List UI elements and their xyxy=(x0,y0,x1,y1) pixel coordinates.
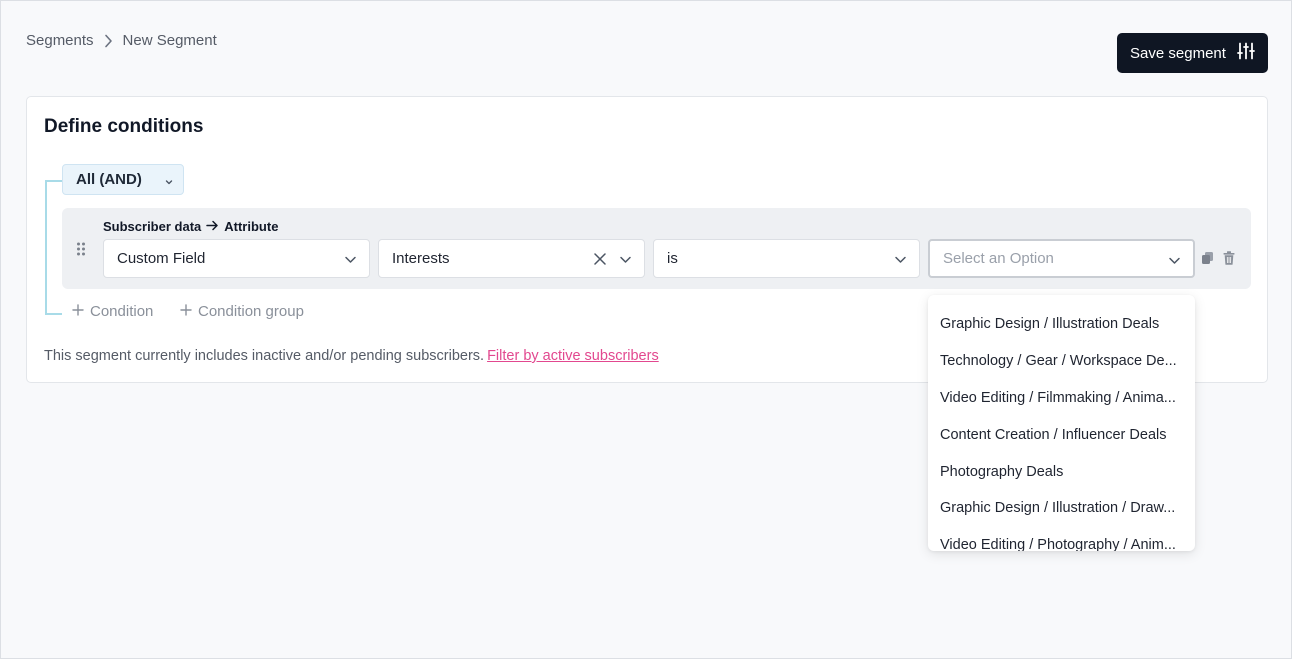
arrow-right-icon xyxy=(206,219,219,234)
field-type-value: Custom Field xyxy=(117,250,206,267)
add-condition-label: Condition xyxy=(90,303,154,320)
save-segment-label: Save segment xyxy=(1130,44,1226,62)
chevron-down-icon xyxy=(164,174,174,191)
dropdown-option[interactable]: Content Creation / Influencer Deals xyxy=(928,416,1195,453)
dropdown-option[interactable]: Video Editing / Photography / Anim... xyxy=(928,527,1195,551)
breadcrumb-current: New Segment xyxy=(122,32,217,49)
option-label: Video Editing / Photography / Anim... xyxy=(940,537,1176,551)
chevron-down-icon xyxy=(344,253,357,270)
clear-icon[interactable] xyxy=(593,252,607,270)
subscriber-data-label: Subscriber data xyxy=(103,219,202,234)
add-condition-group-label: Condition group xyxy=(198,303,304,320)
add-condition-button[interactable]: Condition xyxy=(72,303,153,320)
trash-icon[interactable] xyxy=(1223,251,1235,270)
dropdown-option[interactable]: Graphic Design / Illustration Deals xyxy=(928,306,1195,343)
segment-note: This segment currently includes inactive… xyxy=(44,348,659,364)
logic-operator-select[interactable]: All (AND) xyxy=(62,164,184,195)
breadcrumb: Segments New Segment xyxy=(26,32,217,49)
dropdown-option[interactable]: Photography Deals xyxy=(928,453,1195,490)
breadcrumb-segments-link[interactable]: Segments xyxy=(26,32,94,49)
value-select[interactable]: Select an Option xyxy=(928,239,1195,278)
save-segment-button[interactable]: Save segment xyxy=(1117,33,1268,73)
chevron-down-icon xyxy=(619,253,632,270)
condition-row: Subscriber data Attribute Custom Field I… xyxy=(62,208,1251,289)
segment-note-text: This segment currently includes inactive… xyxy=(44,348,485,364)
option-label: Video Editing / Filmmaking / Anima... xyxy=(940,389,1176,406)
attribute-label: Attribute xyxy=(224,219,279,234)
dropdown-option[interactable]: Graphic Design / Illustration / Draw... xyxy=(928,490,1195,527)
field-value: Interests xyxy=(392,250,450,267)
operator-value: is xyxy=(667,250,678,267)
sliders-icon xyxy=(1237,42,1255,64)
plus-icon xyxy=(72,303,84,320)
condition-tree-line xyxy=(45,180,62,315)
plus-icon xyxy=(180,303,192,320)
options-dropdown: Graphic Design / Illustration Deals Tech… xyxy=(928,295,1195,551)
option-label: Technology / Gear / Workspace De... xyxy=(940,353,1177,370)
value-placeholder: Select an Option xyxy=(943,250,1054,267)
add-condition-group-button[interactable]: Condition group xyxy=(180,303,304,320)
condition-source-label: Subscriber data Attribute xyxy=(103,219,278,234)
chevron-right-icon xyxy=(104,34,113,48)
logic-operator-label: All (AND) xyxy=(76,171,142,188)
operator-select[interactable]: is xyxy=(653,239,920,278)
option-label: Graphic Design / Illustration / Draw... xyxy=(940,500,1176,517)
chevron-down-icon xyxy=(894,253,907,270)
dropdown-option[interactable]: Video Editing / Filmmaking / Anima... xyxy=(928,380,1195,417)
field-select[interactable]: Interests xyxy=(378,239,645,278)
duplicate-icon[interactable] xyxy=(1201,251,1214,270)
option-label: Graphic Design / Illustration Deals xyxy=(940,316,1160,333)
dropdown-option[interactable]: Technology / Gear / Workspace De... xyxy=(928,343,1195,380)
field-type-select[interactable]: Custom Field xyxy=(103,239,370,278)
chevron-down-icon xyxy=(1168,254,1181,271)
option-label: Photography Deals xyxy=(940,463,1064,480)
option-label: Content Creation / Influencer Deals xyxy=(940,426,1167,443)
card-title: Define conditions xyxy=(44,116,204,137)
drag-handle-icon[interactable] xyxy=(76,242,86,261)
filter-active-subscribers-link[interactable]: Filter by active subscribers xyxy=(487,348,659,364)
